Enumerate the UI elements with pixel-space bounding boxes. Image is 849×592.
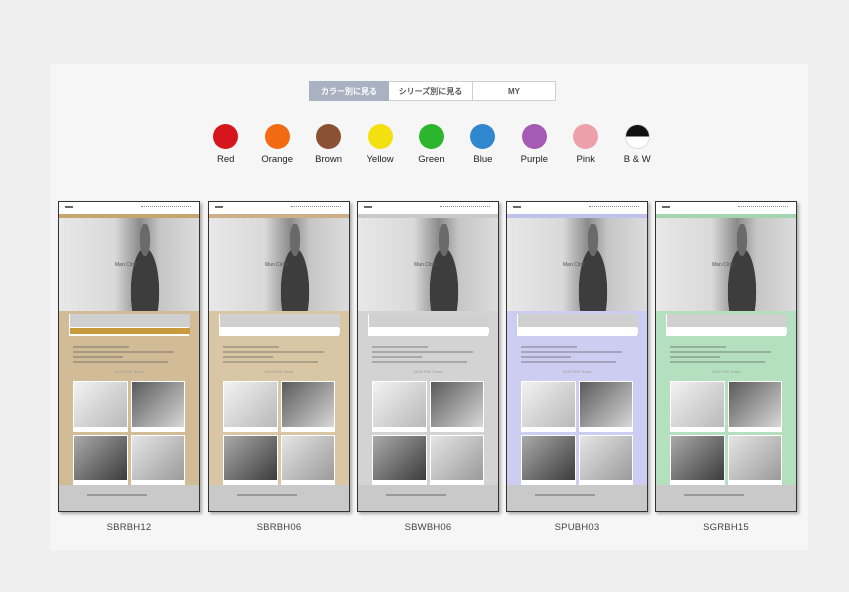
- brown-swatch-icon: [316, 124, 342, 149]
- color-black-white[interactable]: B & W: [612, 124, 663, 165]
- color-label: Yellow: [366, 154, 394, 165]
- color-label: Orange: [261, 154, 293, 165]
- template-code: SBRBH12: [106, 522, 152, 533]
- template-thumbnail[interactable]: Man Cloth 2015 F/W Trend: [58, 201, 200, 512]
- template-card[interactable]: Man Cloth 2015 F/W Trend SGRBH15: [655, 201, 797, 533]
- yellow-swatch-icon: [367, 124, 393, 149]
- tab-by-color[interactable]: カラー別に見る: [309, 81, 389, 101]
- trend-caption: 2015 F/W Trend: [711, 369, 741, 374]
- color-red[interactable]: Red: [200, 124, 251, 165]
- color-blue[interactable]: Blue: [457, 124, 508, 165]
- color-yellow[interactable]: Yellow: [354, 124, 405, 165]
- orange-swatch-icon: [264, 124, 290, 149]
- pink-swatch-icon: [573, 124, 599, 149]
- template-card[interactable]: Man Cloth 2015 F/W Trend SBWBH06: [357, 201, 499, 533]
- color-label: Brown: [315, 154, 343, 165]
- trend-caption: 2015 F/W Trend: [264, 369, 294, 374]
- hero-caption: Man Cloth: [265, 262, 288, 268]
- purple-swatch-icon: [521, 124, 547, 149]
- template-code: SGRBH15: [703, 522, 749, 533]
- tab-by-series[interactable]: シリーズ別に見る: [389, 81, 473, 101]
- template-card[interactable]: Man Cloth 2015 F/W Trend SPUBH03: [506, 201, 648, 533]
- color-purple[interactable]: Purple: [509, 124, 560, 165]
- template-thumbnail[interactable]: Man Cloth 2015 F/W Trend: [506, 201, 648, 512]
- color-brown[interactable]: Brown: [303, 124, 354, 165]
- template-thumbnail[interactable]: Man Cloth 2015 F/W Trend: [357, 201, 499, 512]
- color-label: Purple: [520, 154, 549, 165]
- template-code: SPUBH03: [554, 522, 600, 533]
- color-label: Green: [418, 154, 445, 165]
- template-thumbnail[interactable]: Man Cloth 2015 F/W Trend: [655, 201, 797, 512]
- blue-swatch-icon: [470, 124, 496, 149]
- template-thumbnail[interactable]: Man Cloth 2015 F/W Trend: [208, 201, 350, 512]
- trend-caption: 2015 F/W Trend: [413, 369, 443, 374]
- template-code: SBRBH06: [256, 522, 302, 533]
- red-swatch-icon: [213, 124, 239, 149]
- tab-my[interactable]: MY: [473, 81, 556, 101]
- black-white-swatch-icon: [624, 124, 650, 149]
- view-tabs: カラー別に見る シリーズ別に見る MY: [309, 81, 556, 101]
- template-gallery: Man Cloth 2015 F/W Trend SBRBH12 Man Clo…: [58, 201, 800, 541]
- hero-caption: Man Cloth: [563, 262, 586, 268]
- hero-caption: Man Cloth: [414, 262, 437, 268]
- trend-caption: 2015 F/W Trend: [114, 369, 144, 374]
- trend-caption: 2015 F/W Trend: [562, 369, 592, 374]
- hero-caption: Man Cloth: [115, 262, 138, 268]
- color-label: B & W: [623, 154, 651, 165]
- green-swatch-icon: [418, 124, 444, 149]
- color-orange[interactable]: Orange: [251, 124, 302, 165]
- hero-caption: Man Cloth: [712, 262, 735, 268]
- color-label: Pink: [576, 154, 596, 165]
- color-filter: Red Orange Brown Yellow Green Blue Purpl…: [200, 124, 663, 165]
- color-label: Red: [217, 154, 235, 165]
- color-green[interactable]: Green: [406, 124, 457, 165]
- template-card[interactable]: Man Cloth 2015 F/W Trend SBRBH06: [208, 201, 350, 533]
- template-code: SBWBH06: [404, 522, 452, 533]
- template-card[interactable]: Man Cloth 2015 F/W Trend SBRBH12: [58, 201, 200, 533]
- color-pink[interactable]: Pink: [560, 124, 611, 165]
- color-label: Blue: [473, 154, 493, 165]
